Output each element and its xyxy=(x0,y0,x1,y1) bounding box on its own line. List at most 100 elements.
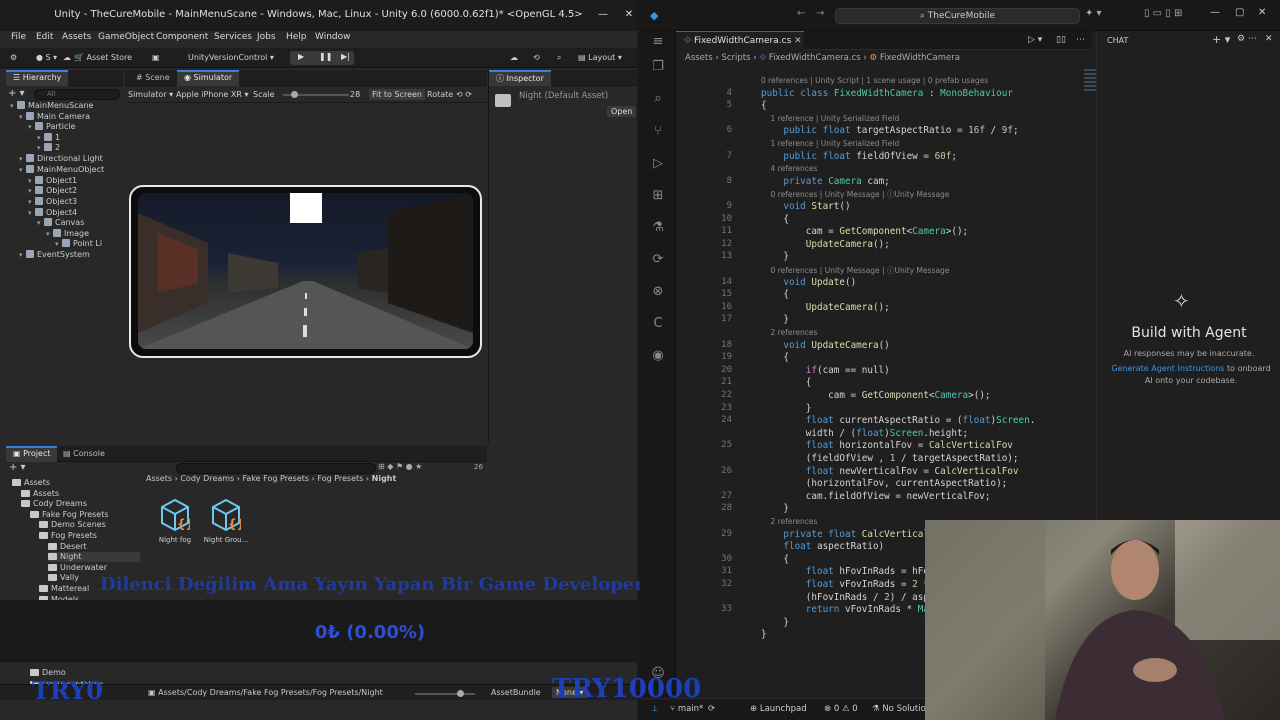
code-line[interactable]: float currentAspectRatio = (float)Screen… xyxy=(761,415,1036,426)
icon-size-slider[interactable] xyxy=(415,690,475,697)
history-icon[interactable]: ⟲ xyxy=(533,53,540,62)
cloud-icon[interactable]: ☁ xyxy=(63,53,71,62)
account-button[interactable]: ● S ▾ xyxy=(36,53,57,62)
extensions-icon[interactable]: ⊞ xyxy=(650,188,666,204)
code-line[interactable]: float newVerticalFov = CalcVerticalFov xyxy=(761,466,1019,477)
remote-icon[interactable]: ⟳ xyxy=(650,252,666,268)
code-line[interactable]: if(cam == null) xyxy=(761,365,890,376)
game-view[interactable] xyxy=(138,193,473,349)
tab-scene[interactable]: # Scene xyxy=(129,70,177,86)
play-icon[interactable]: ▶ xyxy=(298,52,304,61)
launchpad-button[interactable]: ⊕ Launchpad xyxy=(750,704,807,714)
run-icon[interactable]: ▷ ▾ xyxy=(1028,35,1042,45)
bag-icon[interactable]: ▣ xyxy=(152,53,160,62)
code-line[interactable]: (horizontalFov, currentAspectRatio); xyxy=(761,478,1008,489)
layout-dropdown[interactable]: ▤ Layout ▾ xyxy=(578,53,622,62)
sim-mode-dropdown[interactable]: Simulator ▾ xyxy=(128,90,173,99)
hierarchy-item[interactable]: ▾ Particle xyxy=(28,122,76,132)
expand-arrow-icon[interactable]: ▾ xyxy=(37,134,44,142)
source-control-icon[interactable]: ⑂ xyxy=(650,124,666,140)
forward-icon[interactable]: → xyxy=(816,8,824,19)
crumb-fake-fog-presets[interactable]: Fake Fog Presets xyxy=(243,474,310,483)
expand-arrow-icon[interactable]: ▾ xyxy=(28,177,35,185)
project-folder-item[interactable]: Mattereal xyxy=(39,584,89,594)
code-line[interactable]: width / (float)Screen.height; xyxy=(761,428,968,439)
expand-arrow-icon[interactable]: ▾ xyxy=(10,102,17,110)
pause-icon[interactable]: ❚❚ xyxy=(319,52,332,61)
sync-icon[interactable]: ⟳ xyxy=(708,704,715,714)
split-editor-icon[interactable]: ▯▯ xyxy=(1056,35,1066,45)
expand-arrow-icon[interactable]: ▾ xyxy=(46,230,53,238)
code-line[interactable]: { xyxy=(761,100,767,111)
hierarchy-item[interactable]: ▾ 2 xyxy=(37,143,60,153)
code-line[interactable]: float aspectRatio) xyxy=(761,541,884,552)
explorer-icon[interactable]: ❐ xyxy=(650,59,666,75)
crumb-assets[interactable]: Assets xyxy=(685,53,713,63)
scale-slider[interactable] xyxy=(283,91,349,98)
testing-icon[interactable]: ⚗ xyxy=(650,220,666,236)
close-icon[interactable]: ✕ xyxy=(622,8,636,22)
expand-arrow-icon[interactable]: ▾ xyxy=(37,144,44,152)
crumb-assets[interactable]: Assets xyxy=(146,474,172,483)
generate-instructions-link[interactable]: Generate Agent Instructions xyxy=(1111,364,1224,373)
crumb-scripts[interactable]: Scripts xyxy=(721,53,750,63)
code-line[interactable]: private Camera cam; xyxy=(761,176,889,187)
hierarchy-item[interactable]: ▾ Directional Light xyxy=(19,154,103,164)
expand-arrow-icon[interactable]: ▾ xyxy=(28,123,35,131)
branch-indicator[interactable]: ⑂ main* xyxy=(670,704,703,714)
asset-night-fog[interactable]: {} Night fog xyxy=(150,498,200,544)
codelens[interactable]: 0 references | Unity Message | ⓘUnity Me… xyxy=(761,189,950,200)
hierarchy-item[interactable]: ▾ Object1 xyxy=(28,176,77,186)
copilot-icon[interactable]: C xyxy=(650,316,666,332)
docker-icon[interactable]: ⊗ xyxy=(650,284,666,300)
account-icon[interactable]: ⚙ xyxy=(10,53,17,62)
command-center-search[interactable]: ⌕ TheCureMobile xyxy=(835,8,1080,24)
hierarchy-item[interactable]: ▾ Object3 xyxy=(28,197,77,207)
asset-store-button[interactable]: 🛒 Asset Store xyxy=(74,53,132,62)
hierarchy-item[interactable]: ▾ Object4 xyxy=(28,208,77,218)
tab-simulator[interactable]: ◉ Simulator xyxy=(177,70,240,86)
menu-icon[interactable]: ≡ xyxy=(650,34,666,50)
code-line[interactable]: float horizontalFov = CalcVerticalFov xyxy=(761,440,1013,451)
menu-window[interactable]: Window xyxy=(315,32,351,42)
solution-indicator[interactable]: ⚗ No Solution xyxy=(872,704,931,714)
crumb-fog-presets[interactable]: Fog Presets xyxy=(317,474,363,483)
code-line[interactable]: void Start() xyxy=(761,201,850,212)
tab-fixedwidthcamera[interactable]: ⟐ FixedWidthCamera.cs ✕ xyxy=(676,31,804,50)
code-line[interactable]: public float fieldOfView = 60f; xyxy=(761,151,957,162)
minimize-icon[interactable]: — xyxy=(1210,7,1220,18)
new-chat-icon[interactable]: + ▾ xyxy=(1212,33,1230,46)
menu-assets[interactable]: Assets xyxy=(62,32,91,42)
menu-services[interactable]: Services xyxy=(214,32,252,42)
codelens[interactable]: 2 references xyxy=(761,328,818,337)
menu-file[interactable]: File xyxy=(11,32,26,42)
expand-arrow-icon[interactable]: ▾ xyxy=(28,198,35,206)
search-icon[interactable]: ⌕ xyxy=(557,53,561,63)
add-icon[interactable]: + ▾ xyxy=(8,88,25,99)
hierarchy-item[interactable]: ▾ Object2 xyxy=(28,186,77,196)
expand-arrow-icon[interactable]: ▾ xyxy=(19,251,26,259)
code-line[interactable]: UpdateCamera(); xyxy=(761,302,890,313)
project-folder-item[interactable]: Desert xyxy=(48,542,87,552)
hierarchy-search-input[interactable]: All xyxy=(34,89,120,100)
code-line[interactable]: } xyxy=(761,503,789,514)
crumb-cody-dreams[interactable]: Cody Dreams xyxy=(180,474,234,483)
filter-icons[interactable]: ⊞ ◆ ⚑ ● ★ xyxy=(378,462,422,471)
hierarchy-item[interactable]: ▾ MainMenuObject xyxy=(19,165,104,175)
code-line[interactable]: } xyxy=(761,617,789,628)
search-icon[interactable]: ⌕ xyxy=(650,91,666,107)
fit-to-screen-button[interactable]: Fit to Screen xyxy=(369,89,425,100)
crumb-file[interactable]: FixedWidthCamera.cs xyxy=(769,53,861,63)
code-line[interactable]: { xyxy=(761,377,812,388)
tab-console[interactable]: ▤ Console xyxy=(56,446,112,462)
project-folder-item[interactable]: Fake Fog Presets xyxy=(30,510,109,520)
project-add-icon[interactable]: + ▾ xyxy=(9,462,26,473)
asset-night-ground[interactable]: {} Night Grou... xyxy=(201,498,251,544)
codelens[interactable]: 1 reference | Unity Serialized Field xyxy=(761,114,900,123)
codelens[interactable]: 0 references | Unity Message | ⓘUnity Me… xyxy=(761,265,950,276)
expand-arrow-icon[interactable]: ▾ xyxy=(28,187,35,195)
code-line[interactable]: cam = GetComponent<Camera>(); xyxy=(761,226,968,237)
project-folder-item[interactable]: Assets xyxy=(21,489,59,499)
project-search-input[interactable] xyxy=(176,463,376,474)
menu-gameobject[interactable]: GameObject xyxy=(98,32,154,42)
